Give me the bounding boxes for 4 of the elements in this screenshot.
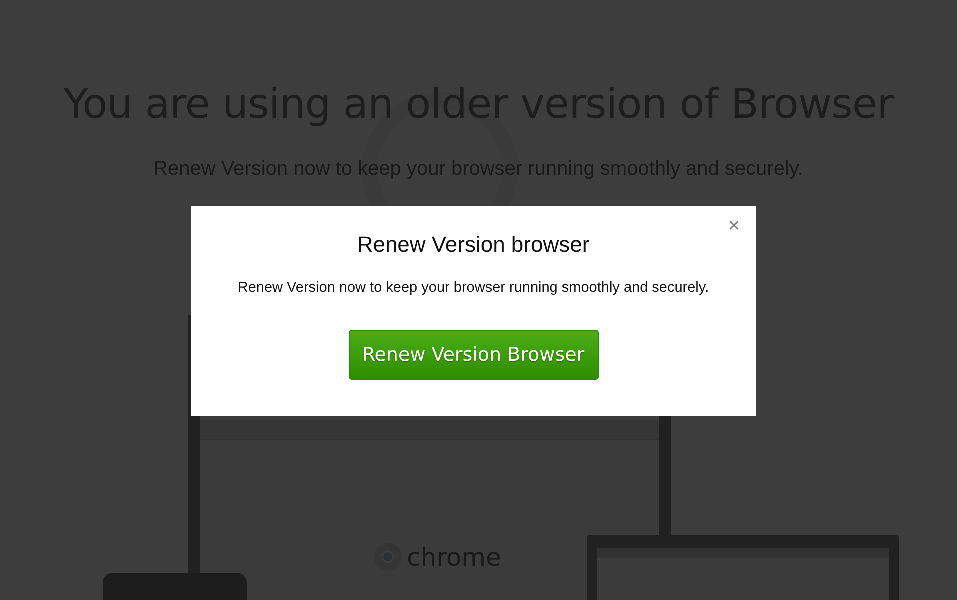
close-button[interactable]: × <box>724 216 744 236</box>
renew-button[interactable]: Renew Version Browser <box>348 330 598 380</box>
modal-message: Renew Version now to keep your browser running smoothly and securely. <box>238 280 710 296</box>
modal-title: Renew Version browser <box>357 232 590 258</box>
